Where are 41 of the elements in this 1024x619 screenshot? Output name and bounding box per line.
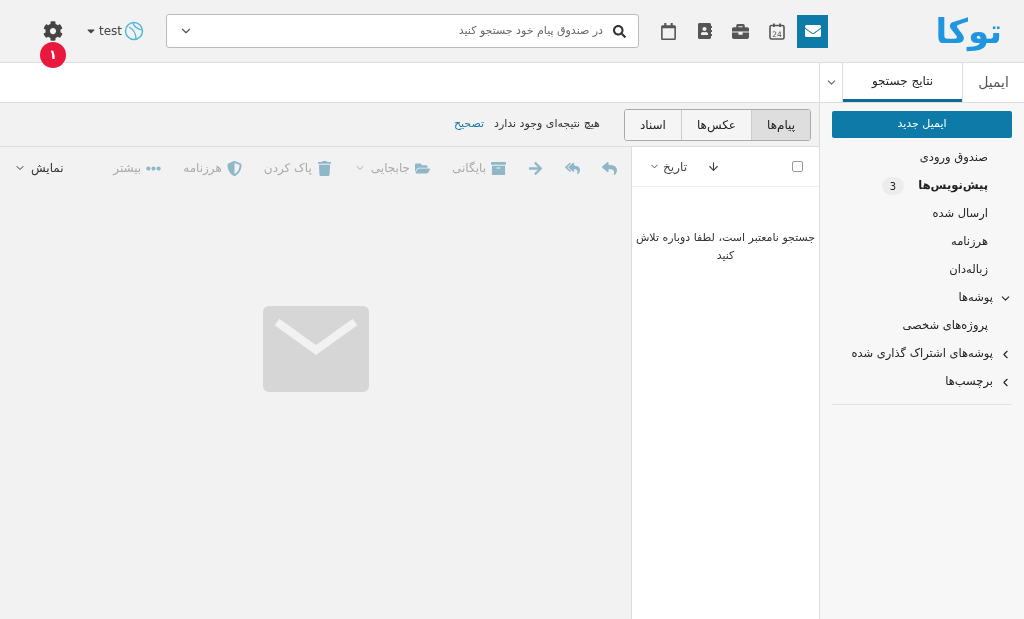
- avatar-icon: [124, 21, 144, 41]
- user-menu-button[interactable]: test: [84, 21, 144, 41]
- reply-icon: [602, 160, 617, 176]
- briefcase-icon: [732, 22, 749, 40]
- folder-item[interactable]: پروژه‌های شخصی: [832, 312, 1012, 340]
- folder-item[interactable]: صندوق ورودی: [832, 144, 1012, 172]
- invalid-search-message: جستجو نامعتبر است، لطفا دوباره تلاش کنید: [634, 230, 817, 264]
- notification-badge: ۱: [39, 42, 66, 68]
- sort-direction-icon[interactable]: [707, 160, 720, 173]
- toolbar-button[interactable]: نمایش: [14, 159, 64, 177]
- select-all-checkbox[interactable]: [792, 161, 803, 172]
- arrow-icon: [528, 160, 543, 176]
- archive-box-icon: [491, 160, 506, 176]
- search-icon: [613, 24, 626, 38]
- correct-link[interactable]: تصحیح: [453, 116, 484, 133]
- address-book-icon: [696, 23, 713, 39]
- filter-tab[interactable]: پیام‌ها: [751, 109, 810, 140]
- envelope-placeholder-icon: [262, 306, 369, 392]
- search-input[interactable]: در صندوق پیام خود جستجو کنید: [193, 22, 603, 40]
- folder-item[interactable]: زباله‌دان: [832, 256, 1012, 284]
- calendar-icon: [660, 22, 677, 40]
- settings-icon: [42, 21, 63, 41]
- folder-item[interactable]: ارسال شده: [832, 200, 1012, 228]
- folder-item[interactable]: برچسب‌ها: [832, 368, 1012, 396]
- reply-all-icon: [565, 160, 580, 176]
- filter-tab[interactable]: عکس‌ها: [681, 109, 752, 140]
- folder-item[interactable]: هرزنامه: [832, 228, 1012, 256]
- envelope-icon: [804, 23, 821, 39]
- app-switcher-button[interactable]: [797, 14, 828, 48]
- search-bar[interactable]: در صندوق پیام خود جستجو کنید: [166, 14, 639, 48]
- sort-button[interactable]: تاریخ: [649, 157, 687, 176]
- unread-count: 3: [882, 177, 904, 195]
- new-email-button[interactable]: ایمیل جدید: [832, 111, 1012, 138]
- filter-tab[interactable]: اسناد: [624, 109, 682, 140]
- tab[interactable]: ایمیل: [962, 63, 1024, 102]
- trash-icon: [316, 160, 332, 176]
- folder-item[interactable]: پوشه‌ها: [832, 284, 1012, 312]
- shield-icon: [226, 160, 242, 176]
- no-results-text: هیچ نتیجه‌ای وجود ندارد: [494, 116, 600, 133]
- folder-item[interactable]: پوشه‌های اشتراک گذاری شده: [832, 340, 1012, 368]
- settings-button[interactable]: [42, 21, 63, 41]
